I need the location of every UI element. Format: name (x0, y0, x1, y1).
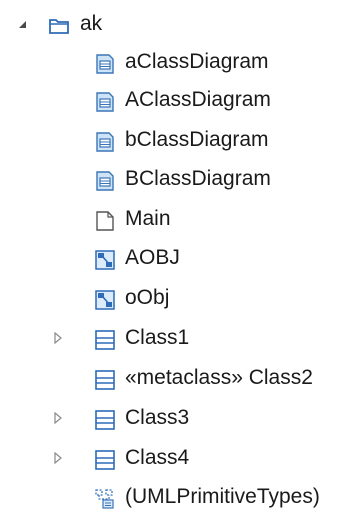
tree-node-label: aClassDiagram (125, 50, 269, 73)
expand-triangle-icon[interactable] (50, 320, 66, 356)
blank-document-icon (94, 208, 116, 231)
class-diagram-icon (94, 129, 116, 152)
tree-node-aobj[interactable]: AOBJ (0, 240, 359, 276)
folder-icon (48, 13, 70, 35)
class-diagram-icon (94, 89, 116, 112)
expand-triangle-icon[interactable] (50, 440, 66, 476)
tree-node-oobj[interactable]: oObj (0, 280, 359, 316)
tree-node-label: AOBJ (125, 246, 180, 269)
tree-node-umlprimitivetypes[interactable]: (UMLPrimitiveTypes) (0, 479, 359, 515)
tree-node-label: bClassDiagram (125, 128, 269, 151)
expand-triangle-icon[interactable] (50, 400, 66, 436)
tree-node-label: BClassDiagram (125, 167, 271, 190)
tree-node-aclassdiagram-upper[interactable]: AClassDiagram (0, 82, 359, 118)
tree-node-main[interactable]: Main (0, 201, 359, 237)
tree-node-class2[interactable]: «metaclass» Class2 (0, 360, 359, 396)
tree-node-ak[interactable]: ak (0, 6, 359, 42)
class-diagram-icon (94, 51, 116, 74)
class-icon (94, 407, 116, 430)
tree-node-label: ak (80, 12, 103, 35)
tree-node-aclassdiagram[interactable]: aClassDiagram (0, 44, 359, 80)
object-diagram-icon (94, 287, 116, 310)
tree-node-class3[interactable]: Class3 (0, 400, 359, 436)
tree-node-label: «metaclass» Class2 (125, 366, 313, 389)
tree-node-class1[interactable]: Class1 (0, 320, 359, 356)
tree-node-label: Class4 (125, 446, 190, 469)
tree-node-bclassdiagram-upper[interactable]: BClassDiagram (0, 161, 359, 197)
tree-node-label: (UMLPrimitiveTypes) (125, 485, 320, 508)
tree-node-label: oObj (125, 286, 170, 309)
tree-node-label: AClassDiagram (125, 88, 271, 111)
class-icon (94, 447, 116, 470)
class-icon (94, 367, 116, 390)
collapse-triangle-icon[interactable] (14, 6, 30, 42)
tree-node-label: Class1 (125, 326, 190, 349)
model-tree: ak aClassDiagram AClassDiagram bClassDia… (0, 0, 359, 515)
class-icon (94, 327, 116, 350)
object-diagram-icon (94, 247, 116, 270)
tree-node-class4[interactable]: Class4 (0, 440, 359, 476)
package-import-icon (94, 486, 116, 509)
tree-node-bclassdiagram[interactable]: bClassDiagram (0, 122, 359, 158)
tree-node-label: Main (125, 207, 171, 230)
tree-node-label: Class3 (125, 406, 190, 429)
class-diagram-icon (94, 168, 116, 191)
